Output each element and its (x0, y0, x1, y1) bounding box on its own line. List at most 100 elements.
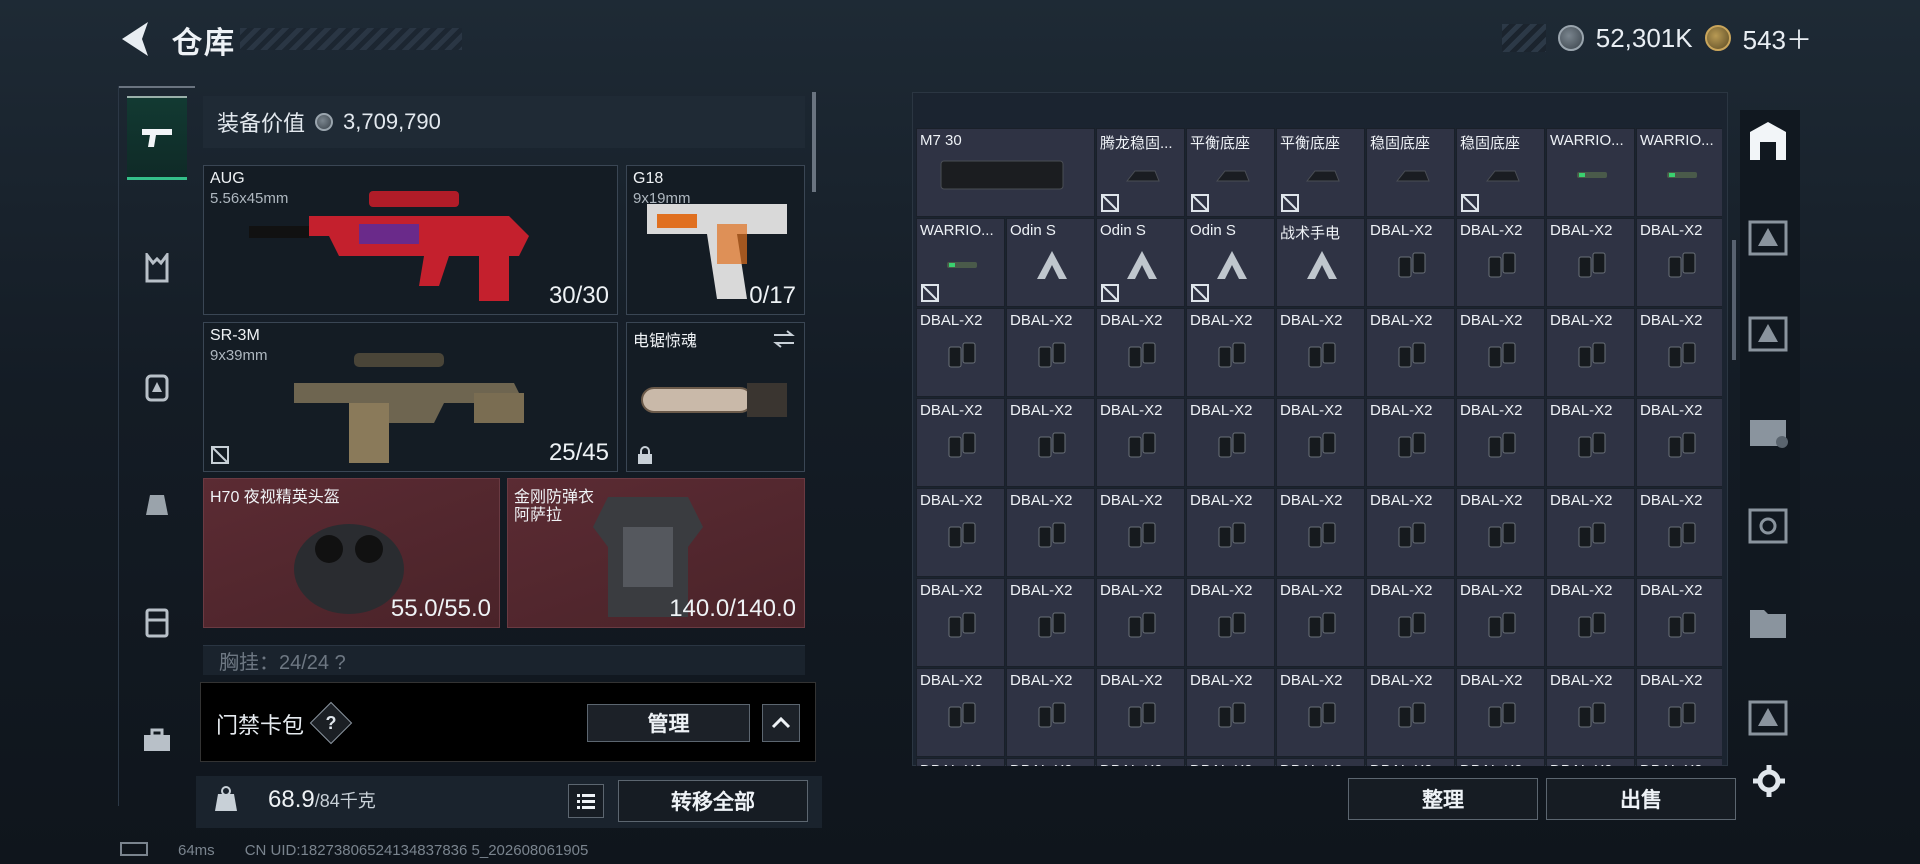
collapse-button[interactable] (762, 704, 800, 742)
storage-item[interactable]: DBAL-X2 (1006, 578, 1095, 667)
sell-button[interactable]: 出售 (1546, 778, 1736, 820)
storage-item[interactable]: DBAL-X2 (1186, 758, 1275, 766)
helmet-slot[interactable]: H70 夜视精英头盔 55.0/55.0 (203, 478, 500, 628)
storage-item[interactable]: DBAL-X2 (1096, 668, 1185, 757)
storage-item[interactable]: DBAL-X2 (1366, 398, 1455, 487)
storage-item[interactable]: DBAL-X2 (916, 308, 1005, 397)
weapon-slot-secondary[interactable]: SR-3M 9x39mm 25/45 (203, 322, 618, 472)
storage-item[interactable]: DBAL-X2 (1456, 578, 1545, 667)
storage-item[interactable]: DBAL-X2 (1096, 398, 1185, 487)
weapon-slot-primary[interactable]: AUG 5.56x45mm 30/30 (203, 165, 618, 315)
nav-case[interactable] (127, 580, 187, 664)
back-arrow-icon[interactable] (118, 20, 152, 58)
storage-item[interactable]: DBAL-X2 (1096, 488, 1185, 577)
storage-item[interactable]: 平衡底座 (1186, 128, 1275, 217)
storage-item[interactable]: 腾龙稳固... (1096, 128, 1185, 217)
storage-tab-1-icon[interactable] (1744, 214, 1792, 262)
gear-icon[interactable] (1752, 764, 1786, 798)
storage-item[interactable]: DBAL-X2 (1186, 308, 1275, 397)
storage-item[interactable]: DBAL-X2 (1546, 578, 1635, 667)
storage-tab-5-icon[interactable] (1744, 598, 1792, 646)
storage-item[interactable]: DBAL-X2 (1546, 308, 1635, 397)
sort-button[interactable]: 整理 (1348, 778, 1538, 820)
storage-item[interactable]: DBAL-X2 (1636, 758, 1722, 766)
storage-item[interactable]: 平衡底座 (1276, 128, 1365, 217)
storage-tab-3-icon[interactable] (1744, 406, 1792, 454)
storage-item[interactable]: DBAL-X2 (1366, 668, 1455, 757)
storage-item[interactable]: DBAL-X2 (1366, 308, 1455, 397)
storage-item[interactable]: DBAL-X2 (1636, 218, 1722, 307)
storage-item[interactable]: DBAL-X2 (1456, 398, 1545, 487)
storage-item[interactable]: DBAL-X2 (1456, 308, 1545, 397)
melee-slot[interactable]: 电锯惊魂 (626, 322, 805, 472)
storage-item[interactable]: DBAL-X2 (1636, 578, 1722, 667)
storage-item[interactable]: DBAL-X2 (1546, 218, 1635, 307)
storage-item[interactable]: DBAL-X2 (1456, 218, 1545, 307)
nav-chest-rig[interactable] (127, 226, 187, 310)
list-button[interactable] (568, 784, 604, 818)
storage-item[interactable]: DBAL-X2 (1006, 758, 1095, 766)
storage-tab-6-icon[interactable] (1744, 694, 1792, 742)
chest-rig-row[interactable]: 胸挂：24/24 ? (203, 645, 805, 675)
storage-item[interactable]: DBAL-X2 (1636, 488, 1722, 577)
storage-item[interactable]: M7 30 (916, 128, 1095, 217)
storage-item[interactable]: DBAL-X2 (916, 488, 1005, 577)
storage-item[interactable]: DBAL-X2 (1096, 578, 1185, 667)
storage-item[interactable]: Odin S (1186, 218, 1275, 307)
storage-item[interactable]: DBAL-X2 (1456, 668, 1545, 757)
storage-item[interactable]: DBAL-X2 (1546, 488, 1635, 577)
warehouse-tab-icon[interactable] (1744, 118, 1792, 166)
storage-item[interactable]: DBAL-X2 (1006, 668, 1095, 757)
storage-item[interactable]: DBAL-X2 (1276, 668, 1365, 757)
swap-icon[interactable] (772, 329, 796, 349)
storage-item[interactable]: DBAL-X2 (916, 758, 1005, 766)
storage-item[interactable]: DBAL-X2 (916, 668, 1005, 757)
storage-item[interactable]: DBAL-X2 (1636, 308, 1722, 397)
storage-item[interactable]: DBAL-X2 (1456, 758, 1545, 766)
equipment-scrollbar[interactable] (812, 92, 816, 192)
storage-item[interactable]: DBAL-X2 (1366, 218, 1455, 307)
storage-item[interactable]: DBAL-X2 (916, 578, 1005, 667)
storage-item[interactable]: DBAL-X2 (1456, 488, 1545, 577)
nav-pouch[interactable] (127, 462, 187, 546)
storage-tab-2-icon[interactable] (1744, 310, 1792, 358)
storage-item[interactable]: DBAL-X2 (1366, 758, 1455, 766)
nav-weapons[interactable] (127, 96, 187, 180)
storage-item[interactable]: WARRIO... (1636, 128, 1722, 217)
nav-backpack[interactable] (127, 344, 187, 428)
storage-item[interactable]: Odin S (1096, 218, 1185, 307)
storage-item[interactable]: DBAL-X2 (1546, 398, 1635, 487)
storage-item[interactable]: 战术手电 (1276, 218, 1365, 307)
storage-item[interactable]: DBAL-X2 (1096, 308, 1185, 397)
storage-item[interactable]: DBAL-X2 (1096, 758, 1185, 766)
armor-slot[interactable]: 金刚防弹衣 阿萨拉 140.0/140.0 (507, 478, 805, 628)
storage-item[interactable]: 稳固底座 (1456, 128, 1545, 217)
storage-tab-4-icon[interactable] (1744, 502, 1792, 550)
storage-item[interactable]: 稳固底座 (1366, 128, 1455, 217)
storage-item[interactable]: DBAL-X2 (1366, 488, 1455, 577)
storage-scrollbar[interactable] (1732, 240, 1736, 360)
manage-button[interactable]: 管理 (587, 704, 750, 742)
storage-item[interactable]: DBAL-X2 (1636, 398, 1722, 487)
storage-item[interactable]: DBAL-X2 (1276, 308, 1365, 397)
storage-item[interactable]: DBAL-X2 (1276, 758, 1365, 766)
storage-item[interactable]: WARRIO... (916, 218, 1005, 307)
storage-item[interactable]: DBAL-X2 (1366, 578, 1455, 667)
storage-item[interactable]: DBAL-X2 (1276, 578, 1365, 667)
storage-item[interactable]: DBAL-X2 (1006, 308, 1095, 397)
weapon-slot-sidearm[interactable]: G18 9x19mm 0/17 (626, 165, 805, 315)
storage-item[interactable]: DBAL-X2 (1186, 488, 1275, 577)
storage-item[interactable]: DBAL-X2 (1276, 488, 1365, 577)
storage-item[interactable]: DBAL-X2 (1186, 668, 1275, 757)
storage-item[interactable]: DBAL-X2 (1006, 488, 1095, 577)
transfer-all-button[interactable]: 转移全部 (618, 780, 808, 822)
storage-item[interactable]: WARRIO... (1546, 128, 1635, 217)
storage-item[interactable]: DBAL-X2 (1276, 398, 1365, 487)
gold-currency[interactable]: 543＋ (1743, 20, 1812, 57)
storage-item[interactable]: DBAL-X2 (1546, 668, 1635, 757)
storage-item[interactable]: DBAL-X2 (1546, 758, 1635, 766)
storage-item[interactable]: DBAL-X2 (1186, 398, 1275, 487)
storage-item[interactable]: DBAL-X2 (1636, 668, 1722, 757)
storage-item[interactable]: DBAL-X2 (916, 398, 1005, 487)
storage-item[interactable]: DBAL-X2 (1186, 578, 1275, 667)
